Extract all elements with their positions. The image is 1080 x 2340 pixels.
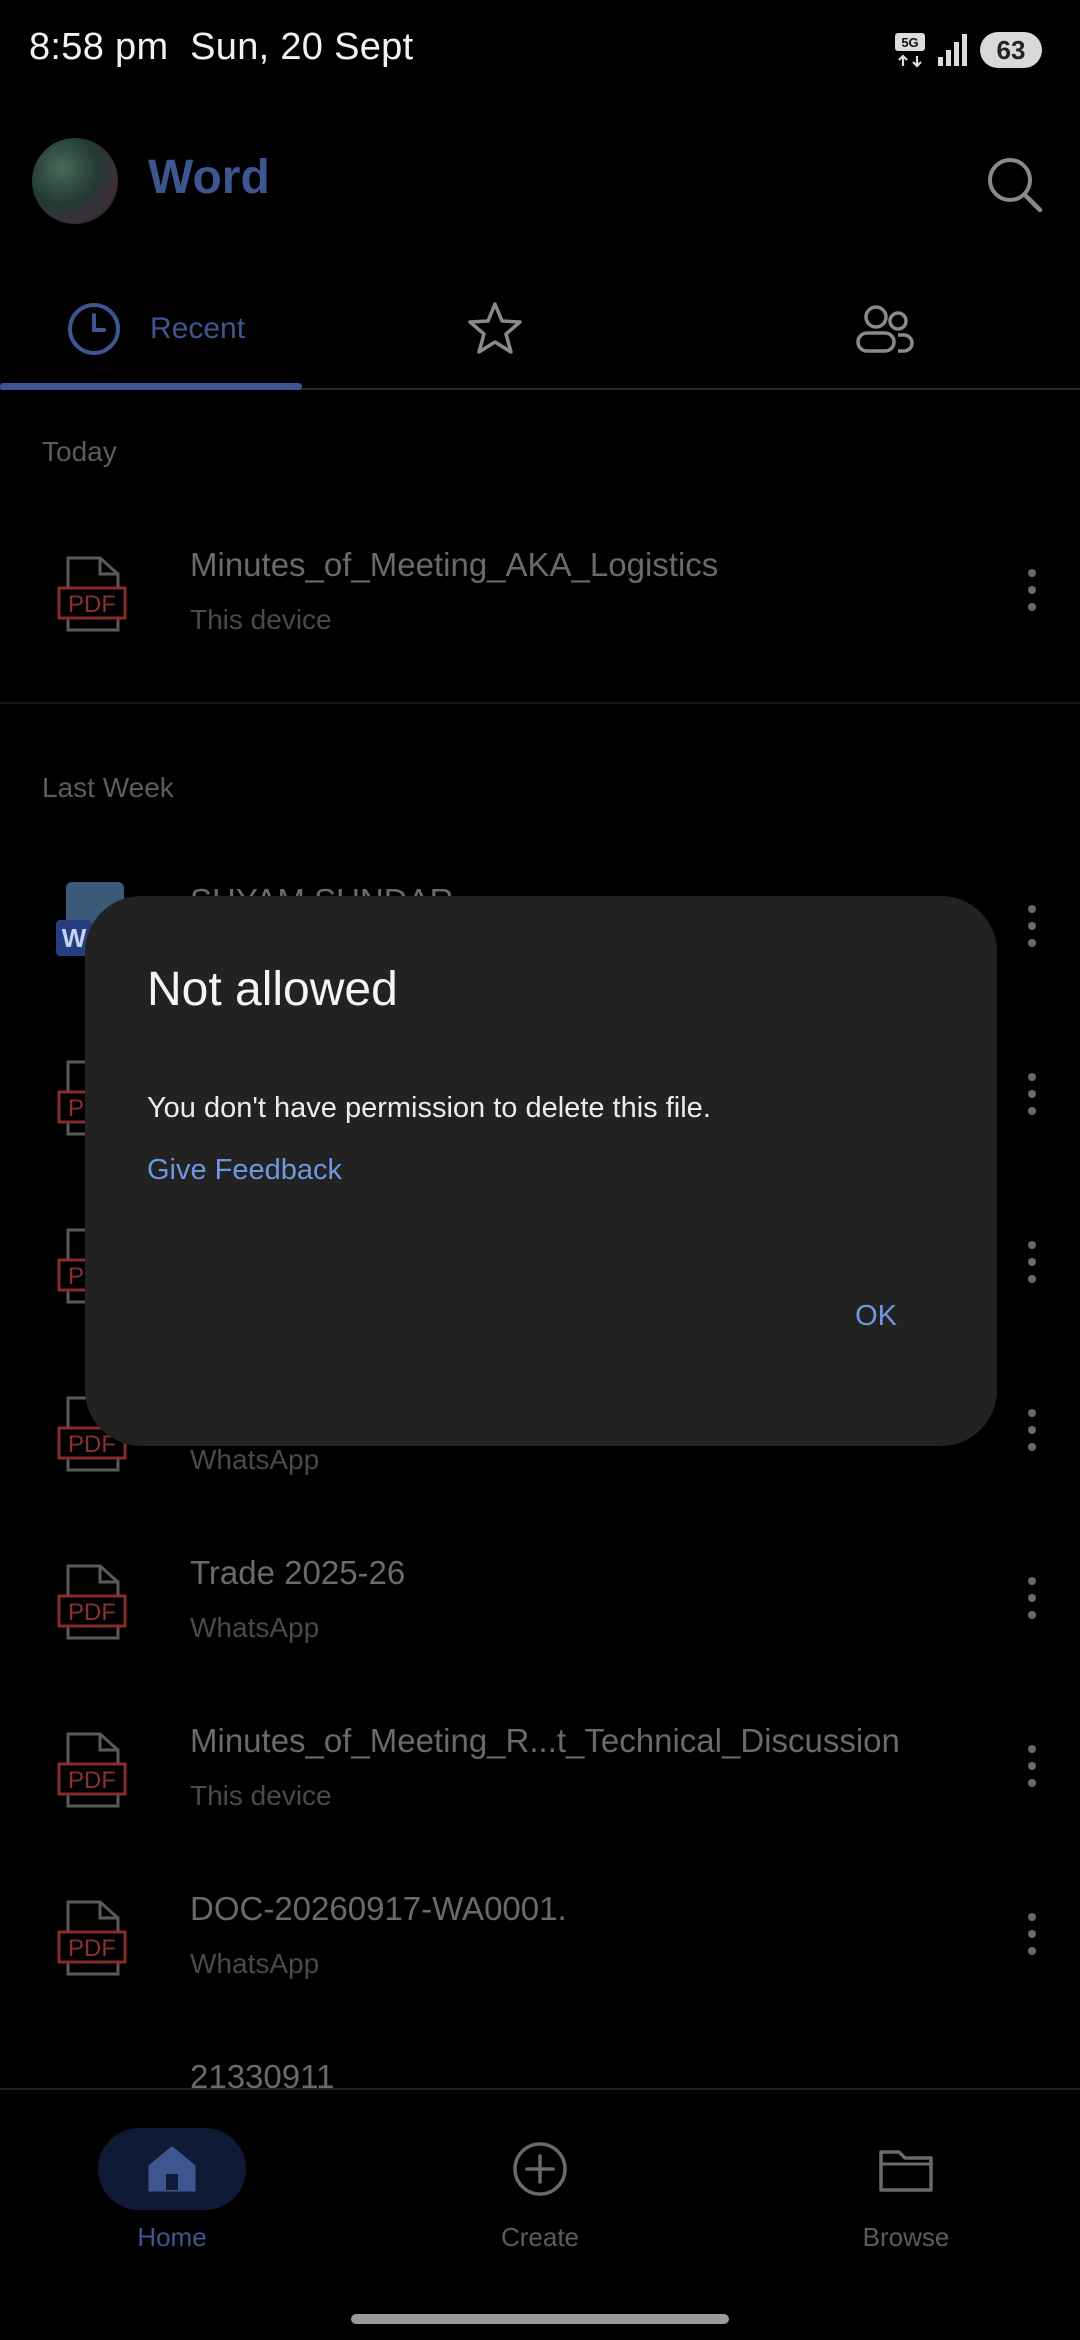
home-icon [148,2146,196,2192]
file-location: WhatsApp [190,1444,320,1475]
file-location: WhatsApp [190,1948,320,1979]
more-options-button[interactable] [1012,1232,1052,1292]
status-date: Sun, 20 Sept [190,26,414,68]
give-feedback-link[interactable]: Give Feedback [147,1154,342,1187]
pdf-file-icon: PDF [57,1900,127,1976]
svg-text:PDF: PDF [68,1935,116,1962]
file-row[interactable]: PDF Minutes_of_Meeting_AKA_Logistics Thi… [0,516,1080,684]
file-name: 21330911 [190,2058,335,2088]
clock-icon [68,303,120,355]
ok-button[interactable]: OK [855,1300,897,1333]
section-divider [0,702,1080,704]
tab-shared[interactable] [840,270,930,388]
svg-text:5G: 5G [901,35,918,50]
tab-selected-indicator [0,383,302,390]
nav-home-label: Home [137,2222,207,2252]
more-options-button[interactable] [1012,1904,1052,1964]
people-icon [856,305,914,353]
pdf-file-icon: PDF [57,556,127,632]
file-row[interactable]: PDF DOC-20260917-WA0001. WhatsApp [0,1860,1080,2028]
status-time: 8:58 pm Sun, 20 Sept [29,26,413,69]
status-icons: 5G 63 [894,30,1042,70]
tab-bar: Recent [0,270,1080,390]
more-options-button[interactable] [1012,1400,1052,1460]
nav-create-pill [466,2128,614,2210]
search-button[interactable] [980,150,1050,220]
gesture-home-indicator[interactable] [351,2314,729,2324]
svg-text:PDF: PDF [68,1599,116,1626]
error-dialog: Not allowed You don't have permission to… [85,896,997,1446]
nav-home[interactable]: Home [62,2128,282,2278]
search-icon [988,158,1043,213]
nav-browse-label: Browse [862,2222,950,2252]
status-bar: 8:58 pm Sun, 20 Sept 5G 63 [0,0,1080,100]
status-clock: 8:58 pm [29,26,169,68]
nav-home-pill [98,2128,246,2210]
svg-text:PDF: PDF [68,591,116,618]
file-row[interactable]: PDF Trade 2025-26 WhatsApp [0,1524,1080,1692]
dialog-title: Not allowed [147,963,398,1016]
tab-recent-label: Recent [150,312,246,345]
nav-browse-pill [832,2128,980,2210]
add-circle-icon [513,2142,567,2196]
nav-create[interactable]: Create [430,2128,650,2278]
file-location: This device [190,604,332,635]
pdf-file-icon: PDF [57,1732,127,1808]
file-name: DOC-20260917-WA0001. [190,1890,567,1927]
file-name: Minutes_of_Meeting_AKA_Logistics [190,546,719,583]
file-location: WhatsApp [190,1612,320,1643]
file-row[interactable]: 21330911 [0,2028,1080,2088]
more-options-button[interactable] [1012,1736,1052,1796]
more-options-button[interactable] [1012,560,1052,620]
more-options-button[interactable] [1012,1568,1052,1628]
signal-icon [938,34,967,66]
tab-recent[interactable]: Recent [0,270,302,390]
file-name: Trade 2025-26 [190,1554,406,1591]
app-title: Word [148,151,270,204]
tab-favorites[interactable] [450,270,540,388]
section-header-last-week: Last Week [42,772,174,803]
more-options-button[interactable] [1012,896,1052,956]
file-row[interactable]: PDF Minutes_of_Meeting_R...t_Technical_D… [0,1692,1080,1860]
folder-icon [879,2150,933,2192]
file-name: Minutes_of_Meeting_R...t_Technical_Discu… [190,1722,900,1759]
dialog-message: You don't have permission to delete this… [147,1092,711,1124]
bottom-navigation: Home Create Browse [0,2088,1080,2340]
svg-text:PDF: PDF [68,1767,116,1794]
network-5g-icon: 5G [895,33,925,68]
nav-browse[interactable]: Browse [796,2128,1016,2278]
avatar[interactable] [32,138,118,224]
pdf-file-icon: PDF [57,1564,127,1640]
app-bar: Word [0,100,1080,260]
nav-create-label: Create [500,2222,580,2252]
star-icon [468,302,522,354]
more-options-button[interactable] [1012,1064,1052,1124]
section-header-today: Today [42,436,117,467]
battery-indicator: 63 [980,32,1042,68]
file-location: This device [190,1780,332,1811]
